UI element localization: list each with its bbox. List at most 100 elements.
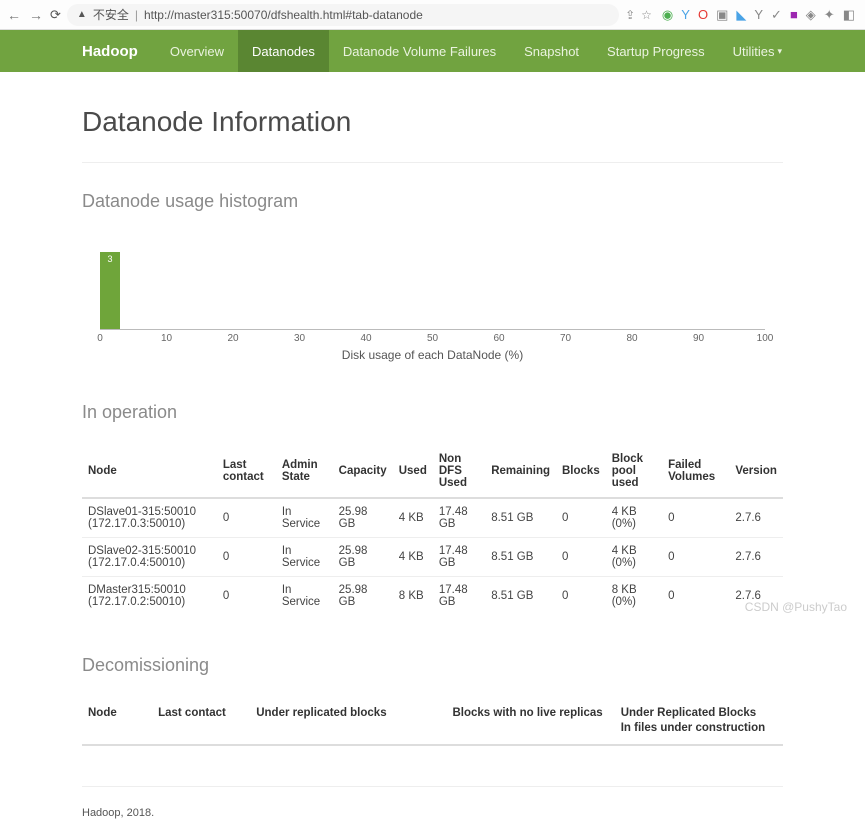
in-operation-title: In operation [82,402,783,423]
nav-utilities[interactable]: Utilities▾ [719,30,796,72]
table-cell: In Service [276,577,333,616]
decommissioning-section: Decomissioning NodeLast contactUnder rep… [82,655,783,746]
table-cell: 0 [217,538,276,577]
forward-icon[interactable]: → [28,7,44,23]
table-cell: 4 KB (0%) [606,538,662,577]
share-icon[interactable]: ⇪ [625,8,635,22]
table-cell: 0 [556,538,606,577]
nav-volume-failures[interactable]: Datanode Volume Failures [329,30,510,72]
table-cell: DMaster315:50010 (172.17.0.2:50010) [82,577,217,616]
histogram-title: Datanode usage histogram [82,191,783,212]
page-title: Datanode Information [82,106,783,138]
table-cell: DSlave01-315:50010 (172.17.0.3:50010) [82,498,217,538]
table-cell: 8 KB [393,577,433,616]
axis-tick: 100 [757,333,774,344]
axis-tick: 60 [493,333,504,344]
column-header: Blocks [556,445,606,498]
star-icon[interactable]: ☆ [641,8,652,22]
table-cell: 2.7.6 [729,577,783,616]
ext-opera-icon[interactable]: O [698,7,708,22]
axis-tick: 50 [427,333,438,344]
browser-bar: ← → ⟳ ▲ 不安全 | http://master315:50070/dfs… [0,0,865,30]
column-header: Blocks with no live replicas [446,698,614,745]
table-cell: 25.98 GB [333,498,393,538]
histogram-chart: 3 0102030405060708090100 [100,234,765,344]
column-header: Under replicated blocks [250,698,446,745]
column-header: Node [82,698,152,745]
table-cell: 8.51 GB [485,538,556,577]
column-header: Remaining [485,445,556,498]
table-cell: 25.98 GB [333,538,393,577]
axis-tick: 90 [693,333,704,344]
column-header: Non DFS Used [433,445,485,498]
column-header: Version [729,445,783,498]
table-cell: In Service [276,498,333,538]
column-header: Capacity [333,445,393,498]
url-bar[interactable]: ▲ 不安全 | http://master315:50070/dfshealth… [67,4,619,26]
ext-check-icon[interactable]: ✓ [771,7,782,23]
decommissioning-title: Decomissioning [82,655,783,676]
table-row: DSlave02-315:50010 (172.17.0.4:50010)0In… [82,538,783,577]
table-cell: 0 [556,498,606,538]
table-cell: 0 [662,498,729,538]
table-cell: 17.48 GB [433,577,485,616]
table-cell: 0 [662,538,729,577]
table-cell: 0 [662,577,729,616]
nav-datanodes[interactable]: Datanodes [238,30,329,72]
divider [82,786,783,787]
axis-line [100,329,765,330]
nav-startup-progress[interactable]: Startup Progress [593,30,719,72]
ext-y-icon[interactable]: Y [681,7,690,22]
back-icon[interactable]: ← [6,7,22,23]
axis-tick: 20 [227,333,238,344]
table-cell: 4 KB [393,498,433,538]
ext-y2-icon[interactable]: Y [754,7,763,22]
table-cell: 4 KB [393,538,433,577]
table-cell: 2.7.6 [729,538,783,577]
column-header: Last contact [152,698,250,745]
column-header: Block pool used [606,445,662,498]
nav-overview[interactable]: Overview [156,30,238,72]
table-row: DSlave01-315:50010 (172.17.0.3:50010)0In… [82,498,783,538]
table-cell: 8 KB (0%) [606,577,662,616]
axis-tick: 0 [97,333,103,344]
ext-bird-icon[interactable]: ◣ [736,7,746,23]
table-cell: 0 [217,498,276,538]
ext-box-icon[interactable]: ▣ [716,7,728,23]
axis-tick: 80 [626,333,637,344]
table-cell: 0 [217,577,276,616]
chevron-down-icon: ▾ [778,46,783,57]
table-cell: 8.51 GB [485,577,556,616]
url-text: http://master315:50070/dfshealth.html#ta… [144,8,423,22]
table-cell: 25.98 GB [333,577,393,616]
brand[interactable]: Hadoop [82,43,156,60]
table-cell: 8.51 GB [485,498,556,538]
ext-plus-icon[interactable]: ◉ [662,7,673,23]
table-cell: 17.48 GB [433,538,485,577]
axis-tick: 40 [360,333,371,344]
ext-square-icon[interactable]: ■ [790,7,798,22]
column-header: Node [82,445,217,498]
column-header: Under Replicated BlocksIn files under co… [615,698,783,745]
axis-tick: 70 [560,333,571,344]
table-cell: 4 KB (0%) [606,498,662,538]
table-cell: DSlave02-315:50010 (172.17.0.4:50010) [82,538,217,577]
reload-icon[interactable]: ⟳ [50,7,61,23]
in-operation-table: NodeLast contactAdmin StateCapacityUsedN… [82,445,783,615]
column-header: Failed Volumes [662,445,729,498]
histogram-section: Datanode usage histogram 3 0102030405060… [82,191,783,362]
insecure-icon: ▲ [77,9,87,20]
main-navbar: Hadoop Overview Datanodes Datanode Volum… [0,30,865,72]
table-cell: 0 [556,577,606,616]
footer-text: Hadoop, 2018. [82,795,783,819]
table-cell: 17.48 GB [433,498,485,538]
window-icon[interactable]: ◧ [843,7,855,23]
nav-snapshot[interactable]: Snapshot [510,30,593,72]
table-cell: In Service [276,538,333,577]
ext-diamond-icon[interactable]: ◈ [806,7,816,23]
table-cell: 2.7.6 [729,498,783,538]
puzzle-icon[interactable]: ✦ [824,7,835,23]
histogram-axis-label: Disk usage of each DataNode (%) [82,348,783,362]
security-label: 不安全 [93,6,129,23]
axis-tick: 30 [294,333,305,344]
